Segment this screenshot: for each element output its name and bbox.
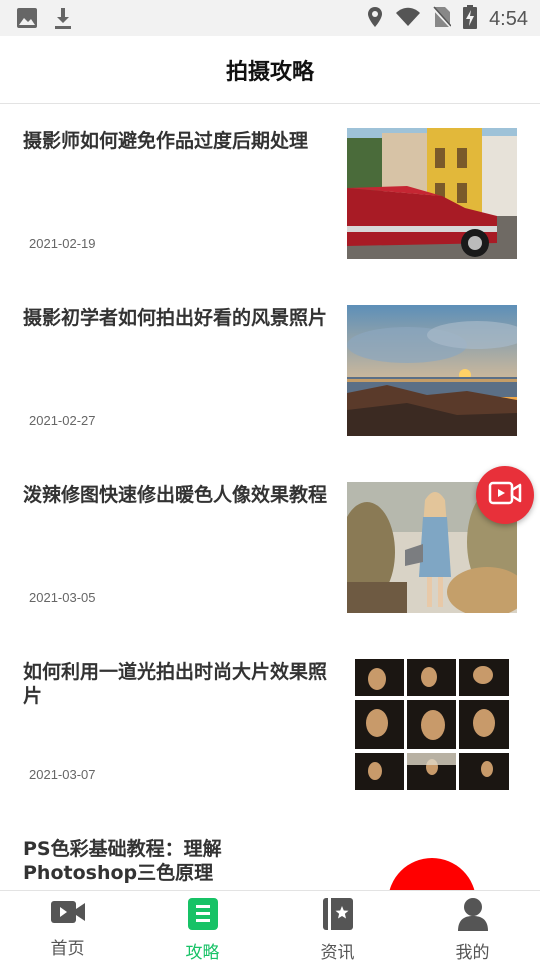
title-bar: 拍摄攻略 (0, 36, 540, 104)
video-icon (50, 897, 86, 932)
article-thumbnail[interactable] (347, 836, 517, 890)
no-sim-icon (431, 6, 453, 33)
nav-item-guide[interactable]: 攻略 (135, 891, 270, 960)
status-time: 4:54 (489, 8, 528, 30)
article-title[interactable]: 如何利用一道光拍出时尚大片效果照片 (23, 660, 333, 708)
list-item[interactable]: 如何利用一道光拍出时尚大片效果照片 2021-03-07 (0, 636, 540, 813)
article-date: 2021-02-27 (29, 413, 96, 428)
image-icon (16, 7, 38, 34)
article-date: 2021-02-19 (29, 236, 96, 251)
video-camera-icon (488, 480, 522, 511)
nav-label: 攻略 (185, 943, 220, 960)
nav-label: 我的 (455, 943, 490, 960)
wifi-icon (395, 7, 421, 32)
nav-item-news[interactable]: 资讯 (270, 891, 405, 960)
status-bar: 4:54 (0, 0, 540, 36)
nav-label: 首页 (50, 939, 85, 959)
article-thumbnail[interactable] (347, 659, 517, 790)
nav-item-home[interactable]: 首页 (0, 891, 135, 960)
bookmark-book-icon (322, 897, 354, 936)
record-video-button[interactable] (476, 466, 534, 524)
article-list[interactable]: 摄影师如何避免作品过度后期处理 2021-02-19 摄影初学者如何拍出好看的风… (0, 105, 540, 890)
bottom-navigation: 首页 攻略 资讯 我的 (0, 890, 540, 960)
download-icon (52, 6, 74, 35)
person-icon (457, 897, 489, 936)
location-icon (367, 6, 383, 33)
list-item[interactable]: 摄影初学者如何拍出好看的风景照片 2021-02-27 (0, 282, 540, 459)
nav-label: 资讯 (320, 943, 355, 960)
list-icon (187, 897, 219, 936)
battery-charging-icon (463, 5, 478, 34)
article-thumbnail[interactable] (347, 305, 517, 436)
article-title[interactable]: 泼辣修图快速修出暖色人像效果教程 (23, 483, 333, 507)
article-thumbnail[interactable] (347, 128, 517, 259)
page-title: 拍摄攻略 (225, 59, 314, 85)
list-item[interactable]: 摄影师如何避免作品过度后期处理 2021-02-19 (0, 105, 540, 282)
article-title[interactable]: PS色彩基础教程：理解Photoshop三色原理 (23, 837, 333, 885)
list-item[interactable]: 泼辣修图快速修出暖色人像效果教程 2021-03-05 (0, 459, 540, 636)
article-date: 2021-03-07 (29, 767, 96, 782)
nav-item-profile[interactable]: 我的 (405, 891, 540, 960)
article-title[interactable]: 摄影师如何避免作品过度后期处理 (23, 129, 333, 153)
article-date: 2021-03-05 (29, 590, 96, 605)
article-title[interactable]: 摄影初学者如何拍出好看的风景照片 (23, 306, 333, 330)
list-item[interactable]: PS色彩基础教程：理解Photoshop三色原理 (0, 813, 540, 890)
